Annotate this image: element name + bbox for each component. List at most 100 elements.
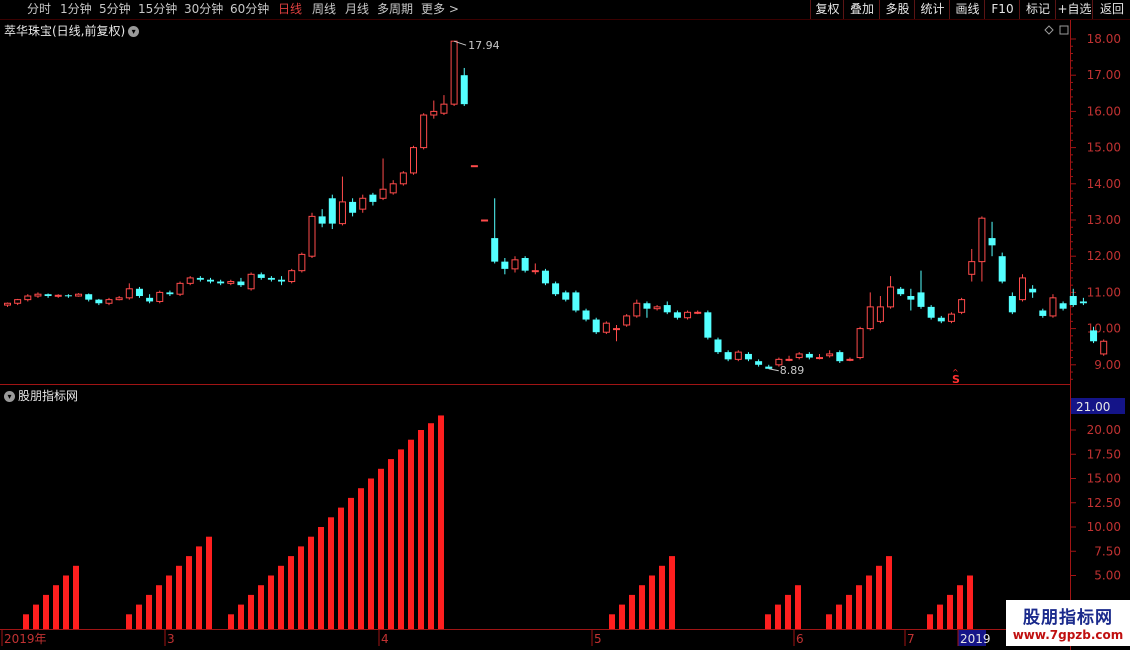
candle-down: [552, 283, 560, 295]
indicator-bar: [126, 614, 132, 629]
candle-up: [24, 295, 32, 301]
candle-down: [369, 194, 377, 202]
indicator-bar: [836, 604, 842, 629]
indicator-bar: [795, 585, 801, 629]
candle-up: [866, 306, 874, 330]
indicator-bar: [866, 575, 872, 629]
indicator-bar: [927, 614, 933, 629]
indicator-bar: [639, 585, 645, 629]
time-axis-label: 7: [907, 632, 915, 646]
indicator-current-value: 21.00: [1076, 400, 1110, 414]
indicator-bar: [785, 594, 791, 629]
candle-down: [85, 294, 93, 300]
candle-down: [572, 292, 580, 311]
candle-down: [988, 238, 996, 246]
indicator-bar: [947, 594, 953, 629]
chevron-down-icon[interactable]: ▾: [128, 26, 140, 37]
watermark-logo: 股朋指标网 www.7gpzb.com: [1006, 600, 1130, 646]
candle-up: [338, 201, 346, 225]
indicator-bar: [957, 585, 963, 629]
candle-down: [755, 361, 763, 365]
candle-up: [470, 165, 478, 168]
indicator-axis-label: 5.00: [1094, 569, 1121, 583]
candle-down: [1079, 301, 1087, 304]
candle-down: [491, 238, 499, 262]
candle-up: [14, 299, 22, 304]
square-icon: [1059, 25, 1069, 35]
candle-up: [734, 351, 742, 360]
candle-down: [328, 198, 336, 224]
indicator-bar: [308, 536, 314, 629]
candle-down: [663, 305, 671, 313]
candle-down: [765, 366, 773, 369]
stock-chart[interactable]: 18.00 17.00 16.00 15.00 14.00 13.00 12.00 11.00…: [0, 0, 1130, 650]
candle-up: [856, 328, 864, 359]
candle-down: [562, 292, 570, 300]
indicator-bar: [846, 594, 852, 629]
indicator-bar: [23, 614, 29, 629]
candle-down: [1039, 310, 1047, 316]
candle-up: [440, 103, 448, 114]
candle-down: [998, 256, 1006, 282]
candle-down: [64, 295, 72, 297]
candle-up: [227, 281, 235, 284]
price-axis-label: 14.00: [1087, 177, 1121, 191]
candle-up: [958, 299, 966, 313]
candle-up: [288, 270, 296, 283]
candle-down: [582, 310, 590, 320]
candle-up: [186, 277, 194, 284]
indicator-bar: [348, 497, 354, 629]
candle-up: [968, 261, 976, 275]
candle-up: [602, 322, 610, 333]
candle-up: [4, 302, 11, 306]
indicator-bar: [629, 594, 635, 629]
indicator-bar: [258, 585, 264, 629]
candle-down: [1008, 296, 1016, 313]
indicator-axis-label: 7.50: [1094, 544, 1121, 558]
candle-down: [836, 352, 844, 362]
candle-down: [724, 352, 732, 360]
candle-up: [633, 302, 641, 317]
chevron-down-icon[interactable]: ▾: [4, 391, 15, 402]
candle-down: [44, 294, 52, 297]
indicator-bar: [338, 507, 344, 629]
indicator-bar: [328, 517, 334, 629]
candle-up: [511, 259, 519, 270]
price-axis-label: 11.00: [1087, 285, 1121, 299]
indicator-bar: [318, 527, 324, 629]
candle-up: [1019, 277, 1026, 301]
price-axis-label: 17.00: [1087, 68, 1121, 82]
candle-down: [166, 292, 174, 295]
candle-down: [927, 306, 935, 318]
time-axis-label: 3: [167, 632, 175, 646]
candle-up: [105, 299, 113, 304]
candle-up: [1049, 297, 1057, 317]
candle-up: [826, 353, 834, 357]
price-axis-label: 13.00: [1087, 213, 1121, 227]
indicator-bar: [43, 594, 49, 629]
indicator-bar: [826, 614, 832, 629]
indicator-bar: [876, 565, 882, 629]
indicator-bar: [186, 556, 192, 629]
indicator-bar: [278, 565, 284, 629]
candle-up: [887, 286, 895, 308]
indicator-bar: [659, 565, 665, 629]
candle-up: [785, 358, 793, 361]
indicator-bar: [388, 459, 394, 629]
candle-down: [135, 288, 143, 297]
indicator-bar: [176, 565, 182, 629]
candle-down: [349, 201, 357, 213]
price-axis-label: 18.00: [1087, 32, 1121, 46]
candle-up: [653, 306, 661, 310]
stock-title: 萃华珠宝(日线,前复权) ▾: [4, 22, 140, 39]
signal-arrow: ^: [952, 368, 959, 377]
candle-up: [75, 293, 83, 297]
candle-up: [450, 40, 458, 105]
indicator-bar: [156, 585, 162, 629]
candle-down: [278, 279, 286, 282]
candle-down: [207, 279, 214, 282]
candle-down: [267, 277, 275, 280]
indicator-bar: [619, 604, 625, 629]
candle-up: [1100, 340, 1108, 355]
indicator-bar: [136, 604, 142, 629]
